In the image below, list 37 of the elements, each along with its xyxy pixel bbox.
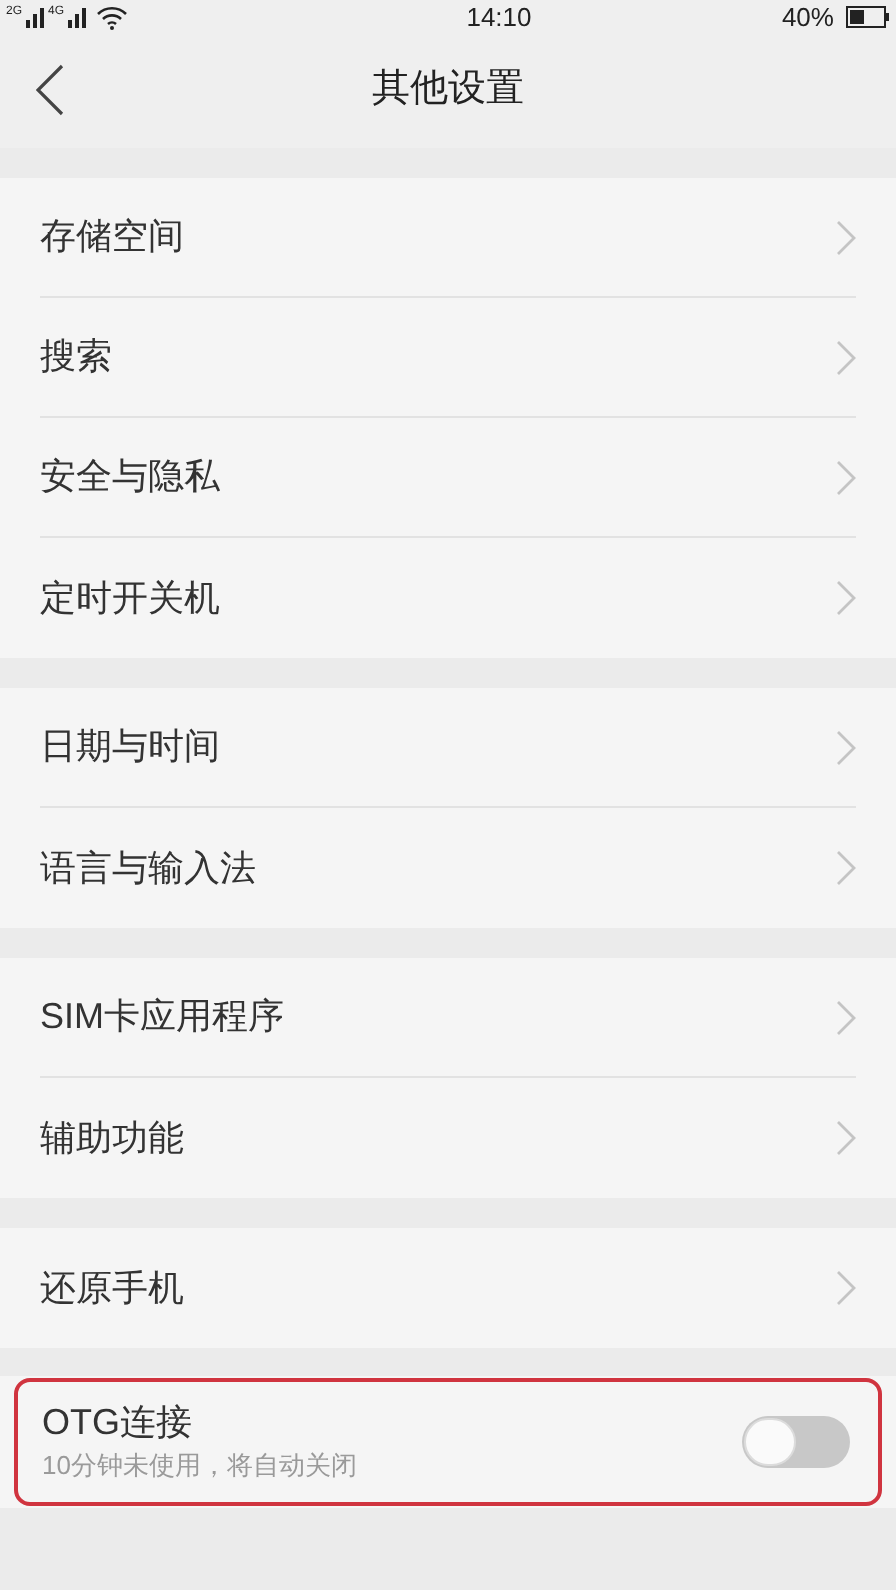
chevron-right-icon xyxy=(836,459,856,495)
chevron-right-icon xyxy=(836,219,856,255)
settings-item-subtitle: 10分钟未使用，将自动关闭 xyxy=(42,1448,357,1484)
settings-item-label: 安全与隐私 xyxy=(40,454,220,500)
settings-item[interactable]: 定时开关机 xyxy=(40,538,856,658)
page-title: 其他设置 xyxy=(372,66,524,115)
settings-item[interactable]: SIM卡应用程序 xyxy=(40,958,856,1078)
settings-item-label: 搜索 xyxy=(40,334,112,380)
toggle-switch[interactable] xyxy=(742,1416,850,1468)
chevron-right-icon xyxy=(836,1270,856,1306)
chevron-right-icon xyxy=(836,1120,856,1156)
settings-item[interactable]: 存储空间 xyxy=(40,178,856,298)
settings-item-label: 还原手机 xyxy=(40,1265,184,1311)
battery-icon xyxy=(845,6,890,28)
settings-item[interactable]: 日期与时间 xyxy=(40,688,856,808)
chevron-right-icon xyxy=(836,339,856,375)
chevron-right-icon xyxy=(836,580,856,616)
settings-item-label: 辅助功能 xyxy=(40,1115,184,1161)
signal-icon xyxy=(26,7,45,27)
settings-item[interactable]: 辅助功能 xyxy=(40,1078,856,1198)
settings-item-label: OTG连接 xyxy=(42,1400,194,1446)
settings-item[interactable]: 语言与输入法 xyxy=(40,808,856,928)
settings-item-label: 定时开关机 xyxy=(40,575,220,621)
battery-percentage: 40% xyxy=(781,0,834,36)
chevron-right-icon xyxy=(836,999,856,1035)
settings-item-label: 存储空间 xyxy=(40,214,184,260)
status-time: 14:10 xyxy=(466,0,532,36)
settings-item[interactable]: 搜索 xyxy=(40,298,856,418)
chevron-right-icon xyxy=(836,850,856,886)
settings-item-label: 日期与时间 xyxy=(40,724,220,770)
settings-item[interactable]: 安全与隐私 xyxy=(40,418,856,538)
wifi-icon xyxy=(96,5,129,29)
back-button[interactable] xyxy=(34,64,66,116)
settings-item-label: 语言与输入法 xyxy=(40,845,256,891)
chevron-right-icon xyxy=(836,729,856,765)
signal-icon xyxy=(68,7,87,27)
settings-item-label: SIM卡应用程序 xyxy=(40,994,285,1040)
